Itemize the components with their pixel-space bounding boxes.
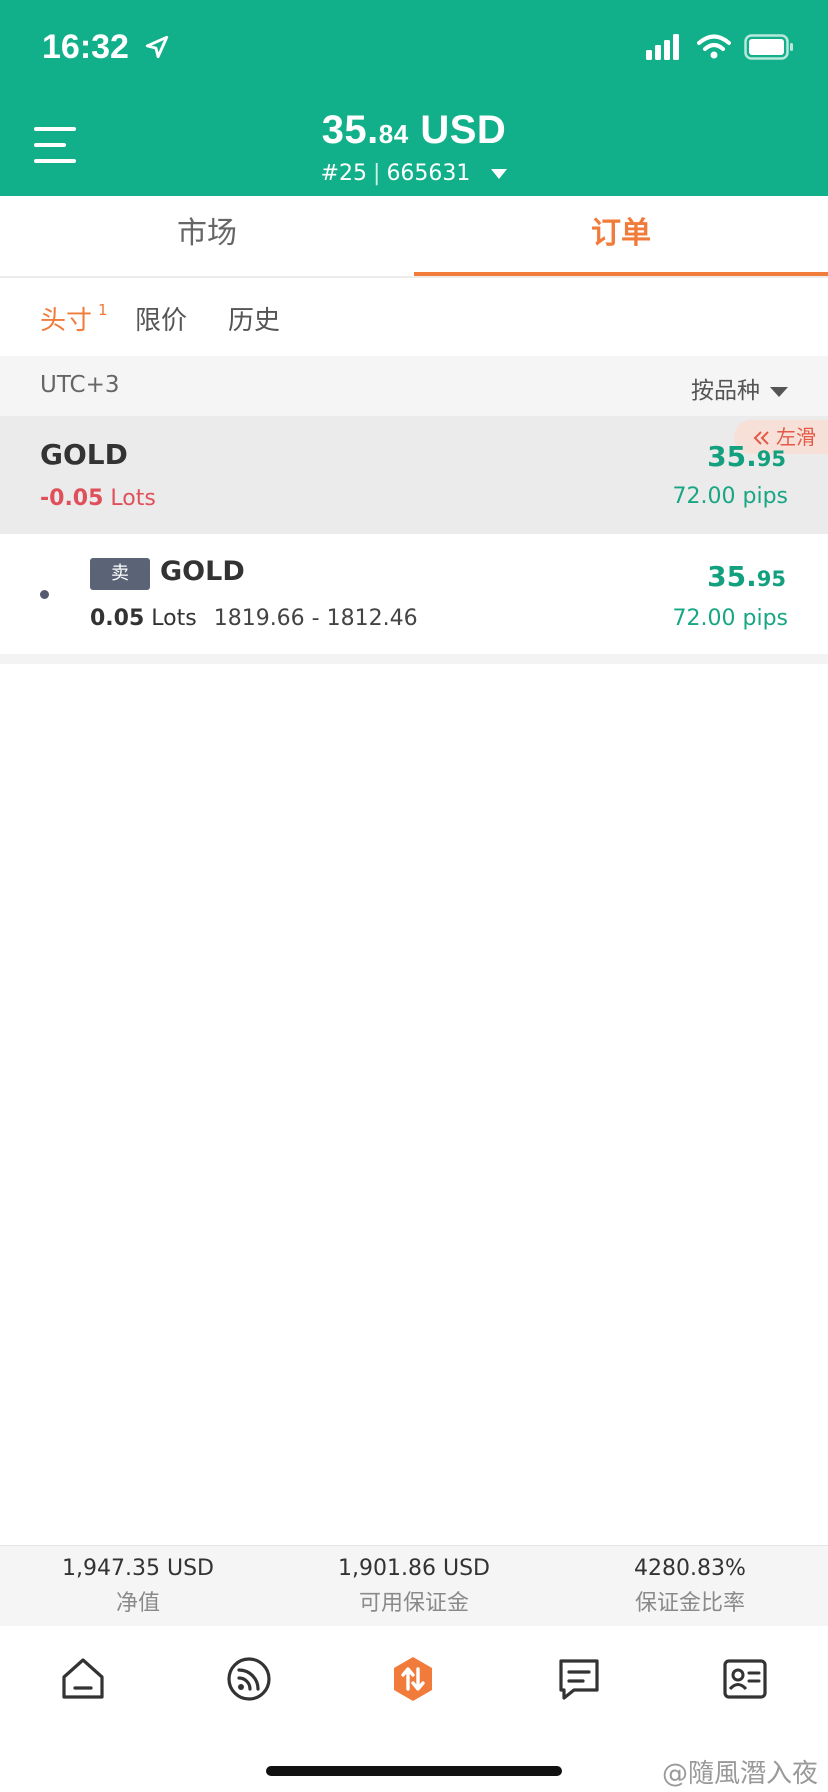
position-row[interactable]: 卖 GOLD 0.05 Lots 1819.66 - 1812.46 35.95… bbox=[0, 534, 828, 664]
position-lots-unit: Lots bbox=[151, 606, 197, 631]
margin-level-label: 保证金比率 bbox=[634, 1591, 745, 1616]
position-profit-decimals: 95 bbox=[756, 567, 786, 591]
subtab-limit[interactable]: 限价 bbox=[135, 300, 187, 337]
margin-level-value: 4280.83% bbox=[634, 1556, 746, 1581]
subtab-positions[interactable]: 头寸 1 bbox=[40, 300, 108, 337]
account-id: 665631 bbox=[386, 161, 471, 186]
group-pips: 72.00 pips bbox=[672, 484, 788, 509]
app-header: 16:32 35.84 USD #25 | 665631 bbox=[0, 0, 828, 196]
account-balance: 35.84 USD bbox=[0, 108, 828, 153]
tab-market[interactable]: 市场 bbox=[0, 196, 414, 276]
group-lots-unit: Lots bbox=[110, 486, 156, 511]
tab-orders[interactable]: 订单 bbox=[414, 196, 828, 276]
group-profit-decimals: 95 bbox=[756, 447, 786, 471]
sort-label: 按品种 bbox=[691, 378, 760, 404]
group-profit-main: 35. bbox=[707, 440, 757, 473]
group-symbol: GOLD bbox=[40, 438, 128, 471]
balance-decimals: 84 bbox=[378, 119, 409, 149]
equity-value: 1,947.35 USD bbox=[62, 1556, 214, 1581]
position-lots: 0.05 Lots 1819.66 - 1812.46 bbox=[90, 606, 418, 631]
home-indicator bbox=[266, 1766, 562, 1776]
position-prices: 1819.66 - 1812.46 bbox=[213, 606, 418, 631]
caret-down-icon bbox=[491, 169, 508, 179]
account-selector[interactable]: #25 | 665631 bbox=[0, 161, 828, 186]
home-icon[interactable] bbox=[58, 1654, 108, 1704]
subtab-positions-label: 头寸 bbox=[40, 306, 93, 336]
position-profit: 35.95 bbox=[707, 560, 786, 593]
status-time: 16:32 bbox=[42, 28, 170, 67]
bottom-nav bbox=[0, 1626, 828, 1726]
summary-free-margin: 1,901.86 USD 可用保证金 bbox=[276, 1556, 552, 1617]
summary-margin-level: 4280.83% 保证金比率 bbox=[552, 1556, 828, 1617]
equity-label: 净值 bbox=[115, 1591, 160, 1616]
sort-by-symbol-dropdown[interactable]: 按品种 bbox=[691, 371, 788, 405]
watermark: @隨風潛入夜 bbox=[662, 1753, 818, 1790]
status-bar: 16:32 bbox=[0, 0, 828, 100]
account-summary: 1,947.35 USD 净值 1,901.86 USD 可用保证金 4280.… bbox=[0, 1545, 828, 1627]
position-lots-value: 0.05 bbox=[90, 606, 145, 631]
sub-tabs: 头寸 1 限价 历史 bbox=[0, 278, 828, 356]
position-symbol: GOLD bbox=[160, 556, 245, 587]
position-dot-icon bbox=[40, 590, 49, 599]
filter-bar: UTC+3 按品种 bbox=[0, 356, 828, 416]
sell-badge: 卖 bbox=[90, 558, 150, 590]
position-group-row[interactable]: 左滑 GOLD -0.05 Lots 35.95 72.00 pips bbox=[0, 416, 828, 534]
free-margin-label: 可用保证金 bbox=[358, 1591, 469, 1616]
trade-icon[interactable] bbox=[388, 1654, 438, 1704]
free-margin-value: 1,901.86 USD bbox=[338, 1556, 490, 1581]
signal-icon bbox=[645, 34, 679, 60]
positions-count-badge: 1 bbox=[98, 301, 108, 320]
battery-icon bbox=[744, 34, 793, 60]
feed-icon[interactable] bbox=[224, 1654, 274, 1704]
caret-down-icon bbox=[770, 386, 788, 397]
balance-main: 35. bbox=[321, 108, 379, 152]
watermark-text: @隨風潛入夜 bbox=[661, 1759, 818, 1789]
group-profit: 35.95 bbox=[707, 440, 786, 473]
group-lots: -0.05 Lots bbox=[40, 486, 156, 511]
account-number: #25 bbox=[320, 161, 368, 186]
subtab-history[interactable]: 历史 bbox=[228, 300, 280, 337]
position-pips: 72.00 pips bbox=[672, 606, 788, 631]
timezone-label: UTC+3 bbox=[40, 372, 120, 398]
summary-equity: 1,947.35 USD 净值 bbox=[0, 1556, 276, 1617]
messages-icon[interactable] bbox=[554, 1654, 604, 1704]
location-arrow-icon bbox=[146, 35, 169, 59]
status-time-text: 16:32 bbox=[42, 28, 129, 66]
balance-currency: USD bbox=[420, 108, 507, 152]
status-icons bbox=[645, 34, 794, 64]
position-profit-main: 35. bbox=[707, 560, 757, 593]
main-tabs: 市场 订单 bbox=[0, 196, 828, 278]
wifi-icon bbox=[696, 34, 731, 59]
group-lots-value: -0.05 bbox=[40, 486, 104, 511]
profile-card-icon[interactable] bbox=[720, 1654, 770, 1704]
